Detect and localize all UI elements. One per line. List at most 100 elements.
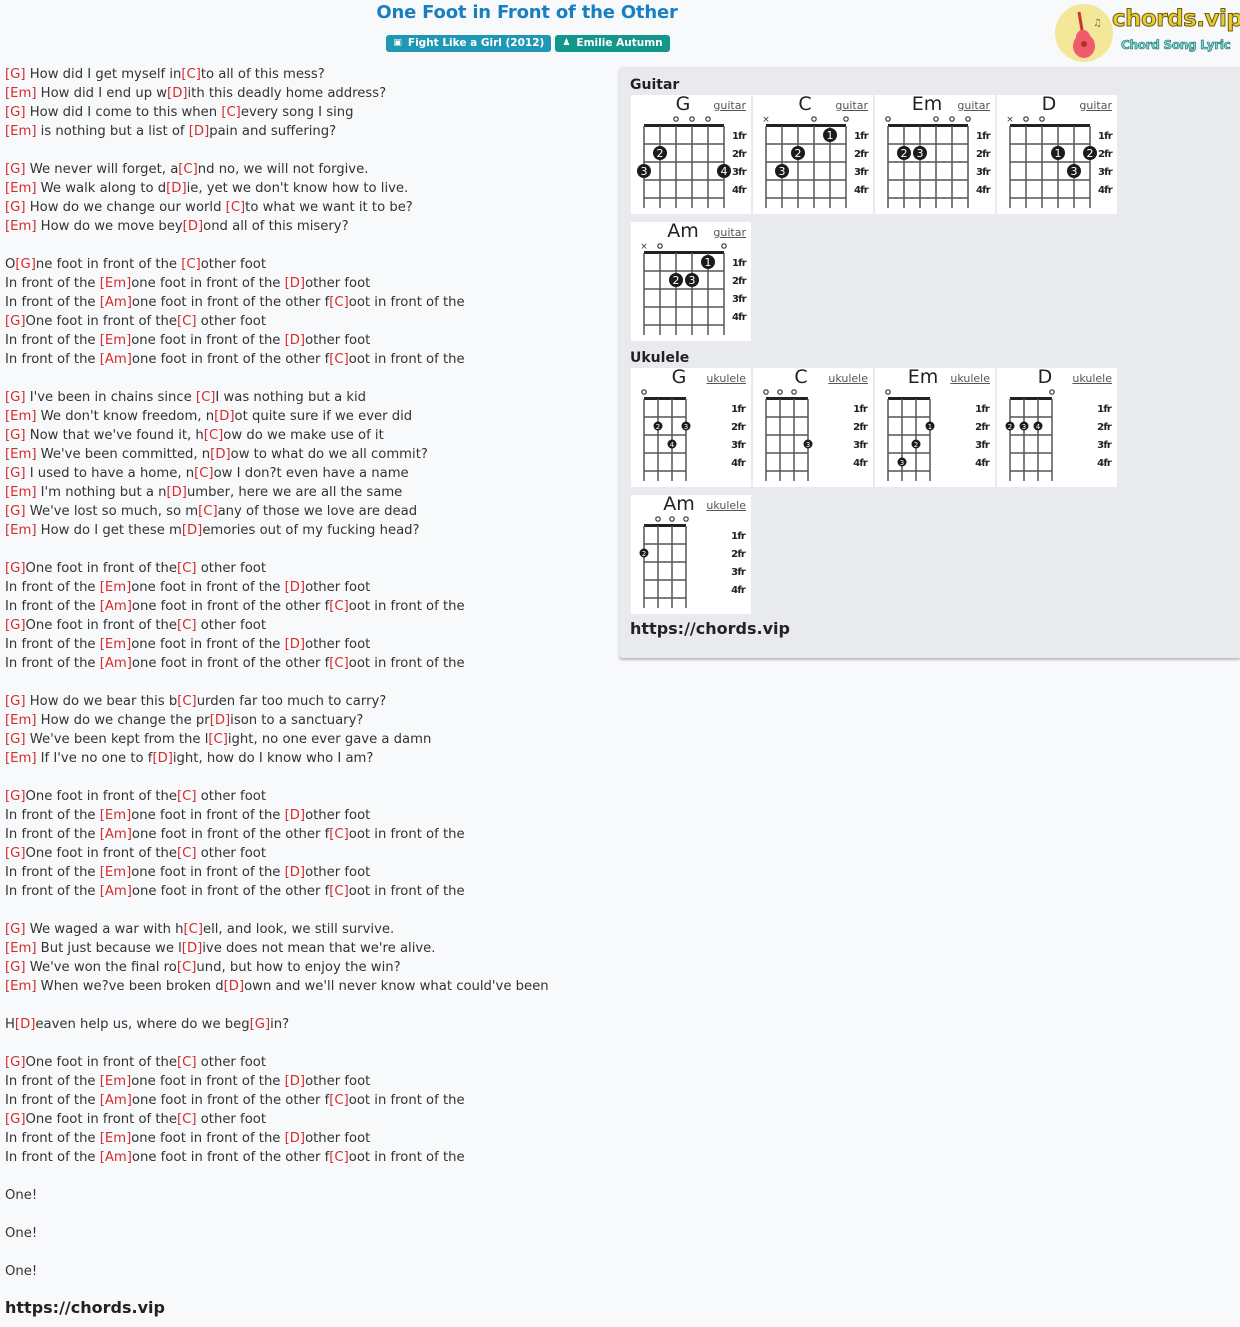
chord-marker[interactable]: [D]	[166, 181, 186, 196]
chord-marker[interactable]: [G]	[5, 1112, 26, 1127]
chord-marker[interactable]: [C]	[329, 1093, 349, 1108]
chord-marker[interactable]: [G]	[5, 314, 26, 329]
chord-marker[interactable]: [D]	[285, 580, 305, 595]
chord-marker[interactable]: [D]	[182, 523, 202, 538]
chord-marker[interactable]: [Em]	[100, 637, 131, 652]
chord-marker[interactable]: [Am]	[100, 599, 132, 614]
chord-marker[interactable]: [G]	[5, 162, 26, 177]
chord-marker[interactable]: [C]	[329, 352, 349, 367]
chord-marker[interactable]: [G]	[5, 105, 26, 120]
guitar-chord-em[interactable]: 1fr 2fr 3fr 4fr 2 3 Em guitar	[875, 93, 995, 214]
chord-marker[interactable]: [C]	[177, 1055, 197, 1070]
instrument-link[interactable]: ukulele	[828, 372, 868, 385]
chord-marker[interactable]: [D]	[182, 941, 202, 956]
chord-marker[interactable]: [D]	[285, 808, 305, 823]
chord-marker[interactable]: [Am]	[100, 295, 132, 310]
chord-marker[interactable]: [C]	[329, 656, 349, 671]
artist-badge[interactable]: ♟ Emilie Autumn	[555, 35, 670, 52]
chord-marker[interactable]: [G]	[5, 561, 26, 576]
chord-marker[interactable]: [G]	[5, 922, 26, 937]
chord-marker[interactable]: [C]	[226, 200, 246, 215]
site-logo[interactable]: ♫ chords.vip Chord Song Lyric	[1054, 2, 1240, 62]
chord-marker[interactable]: [Em]	[100, 580, 131, 595]
chord-marker[interactable]: [D]	[189, 124, 209, 139]
instrument-link[interactable]: guitar	[835, 99, 868, 112]
chord-marker[interactable]: [C]	[204, 428, 224, 443]
chord-marker[interactable]: [G]	[5, 200, 26, 215]
chord-marker[interactable]: [Am]	[100, 352, 132, 367]
chord-marker[interactable]: [D]	[166, 485, 186, 500]
chord-marker[interactable]: [G]	[5, 846, 26, 861]
instrument-link[interactable]: guitar	[957, 99, 990, 112]
chord-marker[interactable]: [C]	[181, 257, 201, 272]
chord-marker[interactable]: [D]	[285, 865, 305, 880]
chord-marker[interactable]: [Em]	[100, 1131, 131, 1146]
chord-marker[interactable]: [D]	[285, 637, 305, 652]
instrument-link[interactable]: ukulele	[706, 372, 746, 385]
chord-marker[interactable]: [Am]	[100, 1150, 132, 1165]
chord-marker[interactable]: [G]	[5, 466, 26, 481]
chord-marker[interactable]: [C]	[177, 561, 197, 576]
chord-marker[interactable]: [Em]	[5, 447, 36, 462]
chord-marker[interactable]: [Em]	[5, 124, 36, 139]
chord-marker[interactable]: [G]	[5, 789, 26, 804]
chord-marker[interactable]: [C]	[183, 922, 203, 937]
instrument-link[interactable]: guitar	[713, 226, 746, 239]
chord-marker[interactable]: [G]	[5, 960, 26, 975]
chord-marker[interactable]: [Am]	[100, 884, 132, 899]
chord-marker[interactable]: [Em]	[100, 1074, 131, 1089]
chord-marker[interactable]: [C]	[177, 960, 197, 975]
chord-marker[interactable]: [D]	[152, 751, 172, 766]
chord-marker[interactable]: [Em]	[5, 979, 36, 994]
chord-marker[interactable]: [Am]	[100, 656, 132, 671]
chord-marker[interactable]: [C]	[329, 295, 349, 310]
guitar-chord-g[interactable]: 1fr 2fr 3fr 4fr 3 2 4 Gguitar	[631, 93, 751, 214]
chord-marker[interactable]: [C]	[177, 694, 197, 709]
chord-marker[interactable]: [G]	[5, 732, 26, 747]
chord-marker[interactable]: [G]	[15, 257, 36, 272]
chord-marker[interactable]: [C]	[329, 827, 349, 842]
chord-marker[interactable]: [Em]	[5, 409, 36, 424]
chord-marker[interactable]: [C]	[194, 466, 214, 481]
panel-site-link[interactable]: https://chords.vip	[630, 619, 790, 638]
chord-marker[interactable]: [Am]	[100, 827, 132, 842]
instrument-link[interactable]: ukulele	[950, 372, 990, 385]
chord-marker[interactable]: [C]	[208, 732, 228, 747]
chord-marker[interactable]: [Am]	[100, 1093, 132, 1108]
chord-marker[interactable]: [G]	[250, 1017, 271, 1032]
chord-marker[interactable]: [Em]	[5, 219, 36, 234]
ukulele-chord-am[interactable]: 1fr 2fr 3fr 4fr 2 Am ukulele	[631, 493, 751, 614]
footer-site-link[interactable]: https://chords.vip	[5, 1298, 165, 1317]
chord-marker[interactable]: [Em]	[5, 751, 36, 766]
chord-marker[interactable]: [D]	[214, 409, 234, 424]
chord-marker[interactable]: [G]	[5, 694, 26, 709]
chord-marker[interactable]: [D]	[167, 86, 187, 101]
chord-marker[interactable]: [Em]	[100, 808, 131, 823]
chord-marker[interactable]: [Em]	[100, 865, 131, 880]
chord-marker[interactable]: [G]	[5, 504, 26, 519]
chord-marker[interactable]: [D]	[183, 219, 203, 234]
chord-marker[interactable]: [Em]	[100, 276, 131, 291]
instrument-link[interactable]: guitar	[713, 99, 746, 112]
ukulele-chord-em[interactable]: 1fr 2fr 3fr 4fr 3 2 1 Em ukulele	[875, 366, 995, 487]
chord-marker[interactable]: [Em]	[5, 181, 36, 196]
chord-marker[interactable]: [Em]	[5, 941, 36, 956]
ukulele-chord-d[interactable]: 1fr 2fr 3fr 4fr 2 3 4 Dukulele	[997, 366, 1117, 487]
chord-marker[interactable]: [D]	[285, 276, 305, 291]
chord-marker[interactable]: [C]	[329, 599, 349, 614]
chord-marker[interactable]: [G]	[5, 428, 26, 443]
chord-marker[interactable]: [Em]	[100, 333, 131, 348]
chord-marker[interactable]: [C]	[177, 314, 197, 329]
chord-marker[interactable]: [D]	[210, 447, 230, 462]
chord-marker[interactable]: [C]	[177, 789, 197, 804]
chord-marker[interactable]: [C]	[221, 105, 241, 120]
chord-marker[interactable]: [D]	[15, 1017, 35, 1032]
instrument-link[interactable]: guitar	[1079, 99, 1112, 112]
chord-marker[interactable]: [D]	[210, 713, 230, 728]
chord-marker[interactable]: [C]	[178, 162, 198, 177]
chord-marker[interactable]: [Em]	[5, 523, 36, 538]
chord-marker[interactable]: [Em]	[5, 485, 36, 500]
ukulele-chord-c[interactable]: 1fr 2fr 3fr 4fr 3 Cukulele	[753, 366, 873, 487]
chord-marker[interactable]: [G]	[5, 390, 26, 405]
chord-marker[interactable]: [C]	[329, 884, 349, 899]
